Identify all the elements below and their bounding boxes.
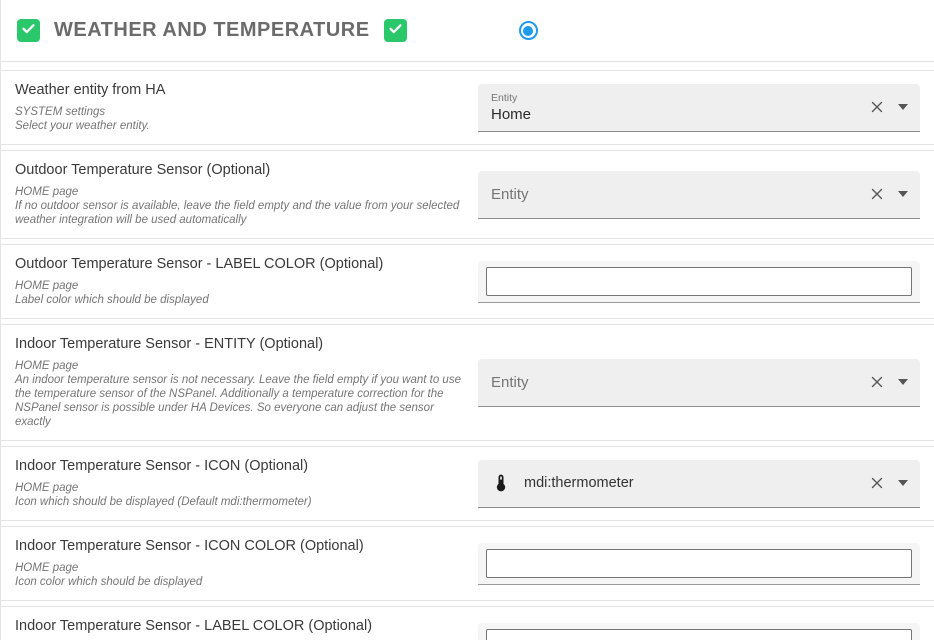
settings-page: WEATHER AND TEMPERATURE Weather entity f… <box>0 0 934 640</box>
indoor-entity-select[interactable]: Entity <box>478 359 920 407</box>
row-description: An indoor temperature sensor is not nece… <box>15 373 466 429</box>
outdoor-entity-select[interactable]: Entity <box>478 171 920 219</box>
row-info: Outdoor Temperature Sensor - LABEL COLOR… <box>1 256 478 307</box>
row-context: SYSTEM settings <box>15 105 466 119</box>
row-context: HOME page <box>15 561 466 575</box>
checkmark-icon <box>387 20 404 42</box>
dropdown-arrow-icon[interactable] <box>898 480 908 486</box>
row-title: Outdoor Temperature Sensor - LABEL COLOR… <box>15 256 466 272</box>
section-title: WEATHER AND TEMPERATURE <box>54 19 370 42</box>
row-title: Indoor Temperature Sensor - ICON COLOR (… <box>15 538 466 554</box>
settings-row-indoor-entity: Indoor Temperature Sensor - ENTITY (Opti… <box>1 324 934 441</box>
section-checkbox-left[interactable] <box>17 19 40 42</box>
select-text: Entity Home <box>491 92 860 123</box>
field-column: mdi:thermometer <box>478 460 920 508</box>
settings-row-indoor-label-color: Indoor Temperature Sensor - LABEL COLOR … <box>1 606 934 640</box>
row-context: HOME page <box>15 185 466 199</box>
dropdown-arrow-icon[interactable] <box>898 191 908 197</box>
indoor-icon-select[interactable]: mdi:thermometer <box>478 460 920 508</box>
dropdown-arrow-icon[interactable] <box>898 379 908 385</box>
row-description: If no outdoor sensor is available, leave… <box>15 199 466 227</box>
indoor-label-color-input[interactable] <box>486 629 912 640</box>
row-info: Indoor Temperature Sensor - ENTITY (Opti… <box>1 336 478 429</box>
clear-icon[interactable] <box>868 373 886 391</box>
row-info: Indoor Temperature Sensor - ICON (Option… <box>1 458 478 509</box>
row-description: Icon color which should be displayed <box>15 575 466 589</box>
row-description: Label color which should be displayed <box>15 293 466 307</box>
section-checkbox-right[interactable] <box>384 19 407 42</box>
row-info: Indoor Temperature Sensor - ICON COLOR (… <box>1 538 478 589</box>
select-value: mdi:thermometer <box>524 475 860 491</box>
settings-row-outdoor-label-color: Outdoor Temperature Sensor - LABEL COLOR… <box>1 244 934 319</box>
field-column: Entity <box>478 359 920 407</box>
row-info: Outdoor Temperature Sensor (Optional) HO… <box>1 162 478 227</box>
row-title: Indoor Temperature Sensor - ENTITY (Opti… <box>15 336 466 352</box>
row-info: Indoor Temperature Sensor - LABEL COLOR … <box>1 618 478 640</box>
color-input-panel <box>478 543 920 585</box>
select-value: Home <box>491 106 860 123</box>
select-floating-label: Entity <box>491 92 860 104</box>
select-placeholder: Entity <box>491 186 860 203</box>
settings-row-weather-entity: Weather entity from HA SYSTEM settings S… <box>1 70 934 145</box>
field-column <box>478 543 920 585</box>
weather-entity-select[interactable]: Entity Home <box>478 84 920 132</box>
field-column <box>478 261 920 303</box>
clear-icon[interactable] <box>868 474 886 492</box>
row-title: Outdoor Temperature Sensor (Optional) <box>15 162 466 178</box>
thermometer-icon <box>491 473 511 493</box>
row-title: Indoor Temperature Sensor - ICON (Option… <box>15 458 466 474</box>
settings-row-indoor-icon: Indoor Temperature Sensor - ICON (Option… <box>1 446 934 521</box>
row-info: Weather entity from HA SYSTEM settings S… <box>1 82 478 133</box>
settings-row-indoor-icon-color: Indoor Temperature Sensor - ICON COLOR (… <box>1 526 934 601</box>
color-input-panel <box>478 623 920 640</box>
row-description: Select your weather entity. <box>15 119 466 133</box>
row-title: Weather entity from HA <box>15 82 466 98</box>
checkmark-icon <box>20 20 37 42</box>
settings-row-outdoor-sensor: Outdoor Temperature Sensor (Optional) HO… <box>1 150 934 239</box>
radio-dot <box>523 26 533 36</box>
row-context: HOME page <box>15 359 466 373</box>
clear-icon[interactable] <box>868 185 886 203</box>
row-title: Indoor Temperature Sensor - LABEL COLOR … <box>15 618 466 634</box>
dropdown-arrow-icon[interactable] <box>898 104 908 110</box>
select-placeholder: Entity <box>491 374 860 391</box>
field-column <box>478 623 920 640</box>
row-context: HOME page <box>15 279 466 293</box>
section-header: WEATHER AND TEMPERATURE <box>1 0 934 62</box>
field-column: Entity <box>478 171 920 219</box>
color-input-panel <box>478 261 920 303</box>
row-description: Icon which should be displayed (Default … <box>15 495 466 509</box>
indoor-icon-color-input[interactable] <box>486 549 912 578</box>
outdoor-label-color-input[interactable] <box>486 267 912 296</box>
radio-button[interactable] <box>519 21 538 40</box>
row-context: HOME page <box>15 481 466 495</box>
field-column: Entity Home <box>478 84 920 132</box>
clear-icon[interactable] <box>868 98 886 116</box>
